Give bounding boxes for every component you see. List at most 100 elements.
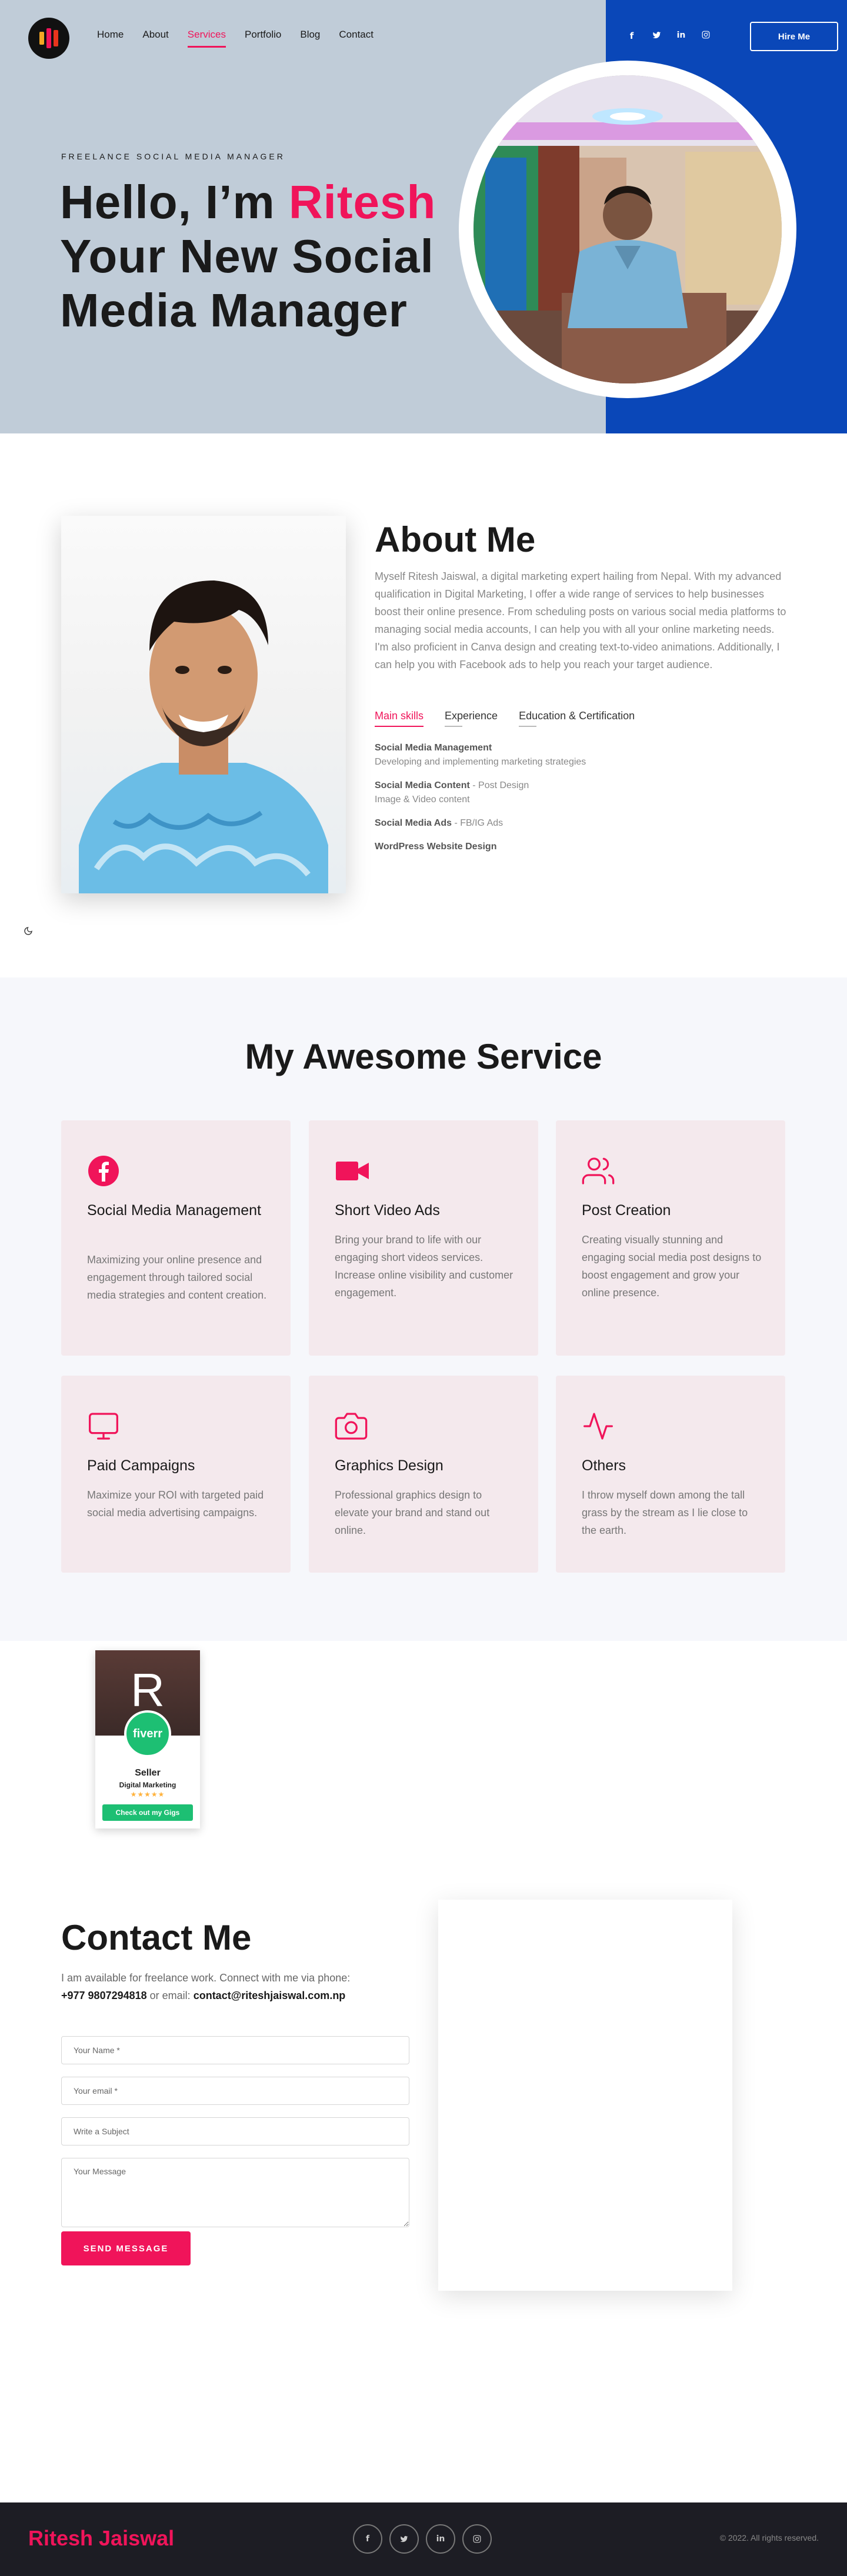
facebook-icon[interactable]: f <box>353 2524 382 2554</box>
skill-title: WordPress Website Design <box>375 842 497 852</box>
fiverr-section: R fiverr Seller Digital Marketing ★★★★★ … <box>0 1641 847 1917</box>
service-title: Short Video Ads <box>335 1202 440 1219</box>
linkedin-icon[interactable]: in <box>426 2524 455 2554</box>
skill-sub: - Post Design <box>469 780 529 790</box>
service-card[interactable]: Short Video Ads Bring your brand to life… <box>309 1120 538 1356</box>
fiverr-seller-level: Seller <box>135 1768 161 1778</box>
subject-field[interactable] <box>61 2117 409 2145</box>
tab-experience[interactable]: Experience <box>445 710 498 727</box>
hero-eyebrow: FREELANCE SOCIAL MEDIA MANAGER <box>61 152 285 161</box>
service-desc: Maximize your ROI with targeted paid soc… <box>87 1489 264 1519</box>
skill-title: Social Media Content <box>375 780 470 790</box>
hero-headline: Hello, I’m Ritesh Your New Social Media … <box>60 175 436 338</box>
hero-section: Home About Services Portfolio Blog Conta… <box>0 0 847 433</box>
hire-me-button[interactable]: Hire Me <box>750 22 838 51</box>
skill-item: Social Media Content - Post Design Image… <box>375 779 786 807</box>
footer-socials: f in <box>353 2524 492 2554</box>
top-nav: Home About Services Portfolio Blog Conta… <box>0 0 847 73</box>
logo-bar <box>39 32 44 45</box>
facebook-icon <box>87 1154 120 1187</box>
service-desc: I throw myself down among the tall grass… <box>582 1489 748 1536</box>
fiverr-logo-badge: fiverr <box>124 1710 171 1757</box>
nav-home[interactable]: Home <box>97 29 124 48</box>
logo-bar <box>54 30 58 46</box>
about-tabs: Main skills Experience Education & Certi… <box>375 710 656 727</box>
footer-brand[interactable]: Ritesh Jaiswal <box>28 2526 174 2551</box>
service-card[interactable]: Paid Campaigns Maximize your ROI with ta… <box>61 1376 291 1573</box>
skills-list: Social Media Management Developing and i… <box>375 741 786 863</box>
tab-education[interactable]: Education & Certification <box>519 710 635 727</box>
monitor-icon <box>87 1410 120 1443</box>
tab-main-skills[interactable]: Main skills <box>375 710 424 727</box>
video-camera-icon <box>335 1154 369 1187</box>
nav-blog[interactable]: Blog <box>300 29 320 48</box>
contact-email[interactable]: contact@riteshjaiswal.com.np <box>194 1990 346 2001</box>
fiverr-gigs-button[interactable]: Check out my Gigs <box>102 1804 193 1821</box>
contact-intro: I am available for freelance work. Conne… <box>61 1969 426 2004</box>
contact-section: Contact Me I am available for freelance … <box>0 1900 847 2502</box>
twitter-icon[interactable] <box>651 31 662 41</box>
nav-about[interactable]: About <box>142 29 168 48</box>
service-title: Paid Campaigns <box>87 1457 195 1474</box>
fiverr-avatar-letter: R <box>131 1664 165 1716</box>
contact-or-email: or email: <box>146 1990 194 2001</box>
nav-links: Home About Services Portfolio Blog Conta… <box>97 29 392 48</box>
hero-name: Ritesh <box>288 176 436 228</box>
linkedin-icon[interactable]: in <box>675 31 687 41</box>
send-message-button[interactable]: SEND MESSAGE <box>61 2231 191 2265</box>
fiverr-widget[interactable]: R fiverr Seller Digital Marketing ★★★★★ … <box>95 1650 200 1828</box>
contact-title: Contact Me <box>61 1918 252 1957</box>
skill-item: WordPress Website Design <box>375 840 786 854</box>
service-desc: Creating visually stunning and engaging … <box>582 1234 762 1299</box>
hero-line1-prefix: Hello, I’m <box>60 176 289 228</box>
about-section: About Me Myself Ritesh Jaiswal, a digita… <box>0 433 847 977</box>
header-socials: f in <box>626 31 712 41</box>
nav-portfolio[interactable]: Portfolio <box>245 29 281 48</box>
twitter-icon[interactable] <box>389 2524 419 2554</box>
service-desc: Professional graphics design to elevate … <box>335 1489 490 1536</box>
services-section: My Awesome Service Social Media Manageme… <box>0 977 847 1641</box>
users-icon <box>582 1154 615 1187</box>
email-field[interactable] <box>61 2077 409 2105</box>
hero-line2: Your New Social <box>60 230 434 282</box>
instagram-icon[interactable] <box>462 2524 492 2554</box>
service-title: Graphics Design <box>335 1457 443 1474</box>
about-text: Myself Ritesh Jaiswal, a digital marketi… <box>375 570 786 670</box>
skill-item: Social Media Ads - FB/IG Ads <box>375 816 786 830</box>
skill-desc: Developing and implementing marketing st… <box>375 757 586 767</box>
dark-mode-toggle-icon[interactable] <box>24 926 33 939</box>
service-title: Others <box>582 1457 626 1474</box>
contact-map-card <box>438 1900 732 2291</box>
service-desc: Bring your brand to life with our engagi… <box>335 1234 513 1299</box>
service-card[interactable]: Graphics Design Professional graphics de… <box>309 1376 538 1573</box>
contact-phone[interactable]: +977 9807294818 <box>61 1990 147 2001</box>
hero-photo <box>473 75 782 383</box>
skill-title: Social Media Management <box>375 743 492 753</box>
nav-services[interactable]: Services <box>187 29 226 48</box>
hero-line3: Media Manager <box>60 284 408 336</box>
services-title: My Awesome Service <box>245 1037 602 1076</box>
service-card[interactable]: Others I throw myself down among the tal… <box>556 1376 785 1573</box>
nav-contact[interactable]: Contact <box>339 29 374 48</box>
activity-icon <box>582 1410 615 1443</box>
logo[interactable] <box>28 18 69 59</box>
facebook-icon[interactable]: f <box>626 31 638 41</box>
service-desc: Maximizing your online presence and enga… <box>87 1254 267 1301</box>
skill-sub: - FB/IG Ads <box>452 818 503 828</box>
footer: Ritesh Jaiswal f in © 2022. All rights r… <box>0 2502 847 2576</box>
logo-bar <box>46 28 51 48</box>
about-title: About Me <box>375 520 536 559</box>
message-field[interactable] <box>61 2158 409 2227</box>
service-title: Social Media Management <box>87 1202 261 1219</box>
skill-desc: Image & Video content <box>375 795 470 805</box>
name-field[interactable] <box>61 2036 409 2064</box>
camera-icon <box>335 1410 368 1443</box>
fiverr-stars: ★★★★★ <box>130 1790 165 1798</box>
fiverr-category: Digital Marketing <box>119 1781 176 1789</box>
service-card[interactable]: Post Creation Creating visually stunning… <box>556 1120 785 1356</box>
service-card[interactable]: Social Media Management Maximizing your … <box>61 1120 291 1356</box>
service-title: Post Creation <box>582 1202 671 1219</box>
instagram-icon[interactable] <box>700 31 712 41</box>
about-photo <box>61 516 346 893</box>
footer-copyright: © 2022. All rights reserved. <box>719 2533 819 2542</box>
